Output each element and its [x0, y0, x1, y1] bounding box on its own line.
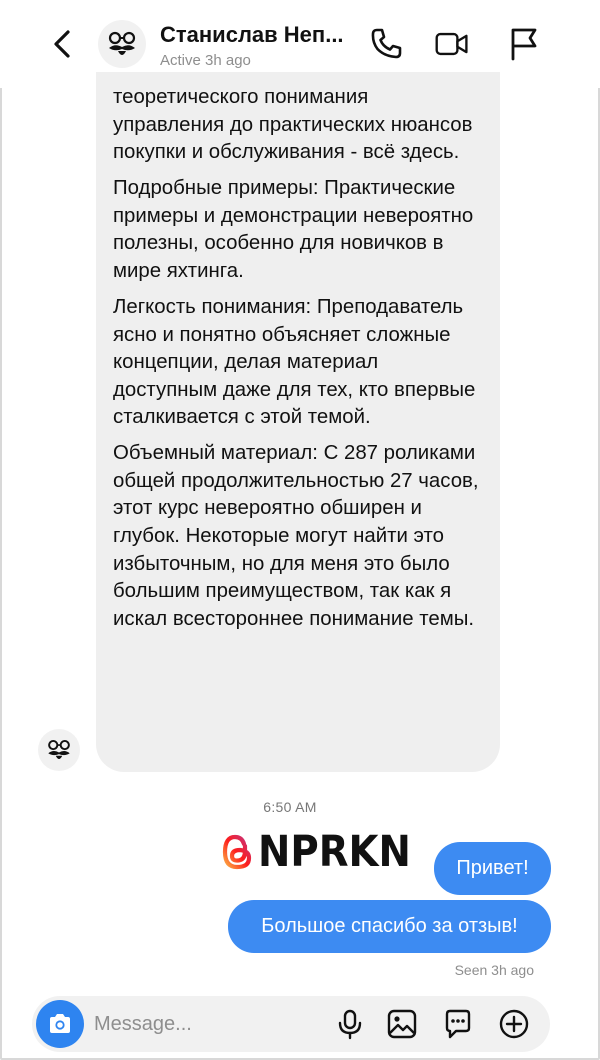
image-icon[interactable]: [386, 1008, 418, 1040]
seen-status: Seen 3h ago: [454, 962, 534, 978]
contact-name[interactable]: Станислав Неп...: [160, 22, 344, 48]
message-paragraph: теоретического понимания управления до п…: [113, 86, 473, 164]
sender-avatar[interactable]: [38, 729, 80, 771]
video-camera-icon[interactable]: [434, 26, 470, 62]
flag-icon[interactable]: [506, 26, 542, 62]
sent-message-bubble[interactable]: Большое спасибо за отзыв!: [228, 900, 551, 953]
avatar[interactable]: [98, 20, 146, 68]
camera-icon: [50, 1014, 70, 1033]
plus-circle-icon[interactable]: [498, 1008, 530, 1040]
received-message-bubble[interactable]: теоретического понимания управления до п…: [96, 72, 500, 772]
message-timestamp: 6:50 AM: [263, 799, 317, 815]
camera-button[interactable]: [36, 1000, 84, 1048]
active-status: Active 3h ago: [160, 52, 251, 69]
message-paragraph: Объемный материал: С 287 роликами общей …: [113, 442, 479, 630]
threads-logo-icon: [222, 834, 252, 870]
watermark-logo: NPRKN: [220, 826, 428, 878]
message-composer: [32, 996, 550, 1052]
watermark-text: NPRKN: [258, 827, 411, 877]
sent-message-bubble[interactable]: Привет!: [434, 842, 551, 895]
chevron-left-icon[interactable]: [44, 24, 80, 64]
mustache-glasses-avatar: [108, 31, 136, 55]
message-input[interactable]: [94, 1004, 324, 1044]
phone-icon[interactable]: [368, 26, 404, 62]
mustache-glasses-avatar: [48, 739, 70, 760]
sticker-icon[interactable]: [442, 1008, 474, 1040]
message-paragraph: Легкость понимания: Преподаватель ясно и…: [113, 295, 476, 429]
message-paragraph: Подробные примеры: Практические примеры …: [113, 177, 474, 282]
microphone-icon[interactable]: [334, 1008, 366, 1040]
